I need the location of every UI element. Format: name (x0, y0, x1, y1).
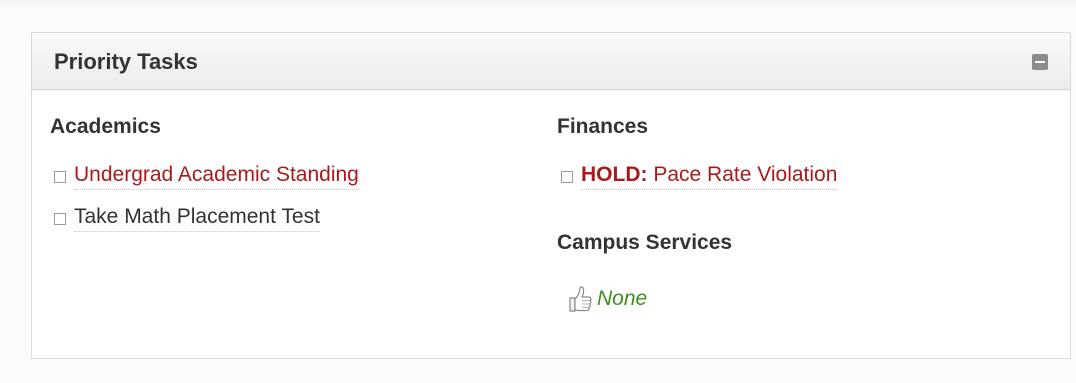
panel-header: Priority Tasks (32, 33, 1070, 90)
top-shade (0, 0, 1076, 12)
task-link[interactable]: Undergrad Academic Standing (74, 163, 359, 190)
finances-heading: Finances (557, 115, 649, 138)
panel-title: Priority Tasks (54, 49, 198, 74)
academics-heading: Academics (50, 115, 161, 138)
task-undergrad-academic-standing[interactable]: Undergrad Academic Standing (54, 163, 359, 190)
task-take-math-placement-test[interactable]: Take Math Placement Test (54, 205, 320, 232)
priority-tasks-panel: Priority Tasks Academics Undergrad Acade… (31, 32, 1071, 359)
hold-description: Pace Rate Violation (647, 163, 838, 186)
checkbox-icon[interactable] (561, 170, 573, 183)
thumbs-up-icon (569, 286, 592, 312)
task-link[interactable]: Take Math Placement Test (74, 205, 320, 232)
checkbox-icon[interactable] (54, 212, 66, 225)
task-link[interactable]: HOLD: Pace Rate Violation (581, 163, 838, 190)
page: Priority Tasks Academics Undergrad Acade… (0, 0, 1076, 383)
campus-services-none-text: None (597, 287, 648, 310)
campus-services-heading: Campus Services (557, 231, 733, 254)
collapse-minus-icon[interactable] (1032, 54, 1048, 70)
hold-label: HOLD: (581, 163, 648, 186)
task-hold-pace-rate-violation[interactable]: HOLD: Pace Rate Violation (561, 163, 838, 190)
checkbox-icon[interactable] (54, 170, 66, 183)
campus-services-status: None (567, 285, 647, 313)
collapse-bar (1035, 61, 1045, 63)
